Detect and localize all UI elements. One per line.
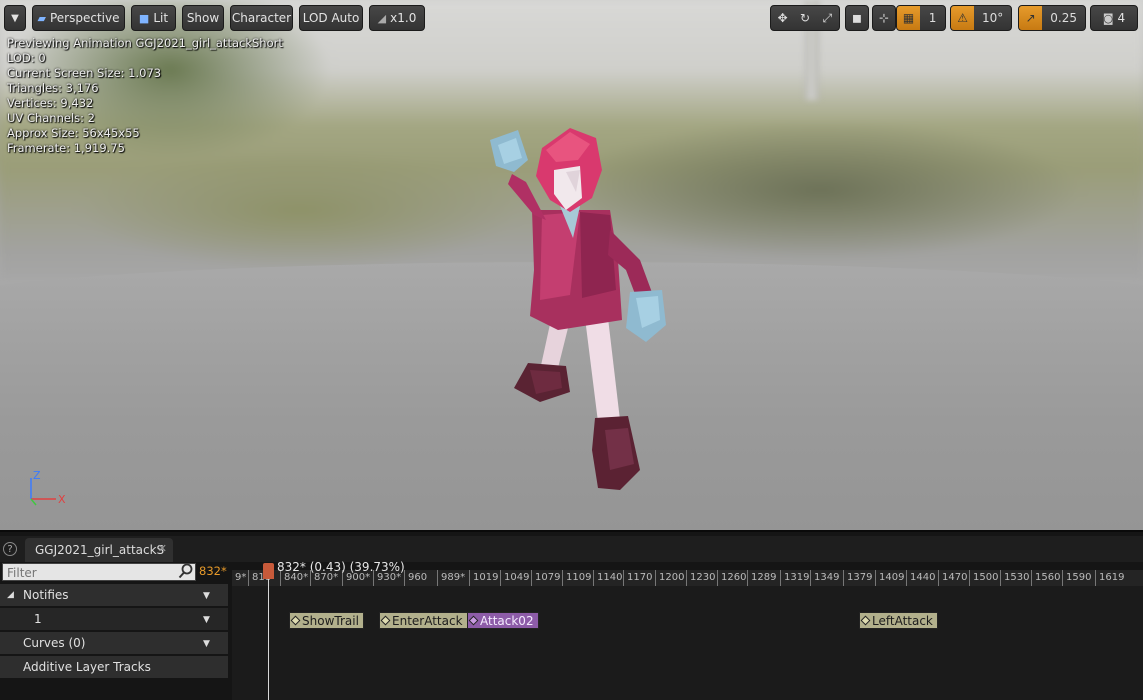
ruler-tick: 1530 [1000,570,1029,586]
triangles-text: Triangles: 3,176 [7,81,99,95]
ruler-tick: 1260 [717,570,746,586]
asset-tab[interactable]: GGJ2021_girl_attackS ✕ [25,538,173,562]
filter-input[interactable] [2,563,196,581]
diamond-icon [380,615,391,626]
ruler-tick: 1049 [500,570,529,586]
vertices-text: Vertices: 9,432 [7,96,94,110]
lod-button[interactable]: LOD Auto [299,5,363,31]
chevron-down-icon[interactable]: ▼ [203,591,210,601]
ruler-tick: 1109 [562,570,591,586]
camera-speed-button[interactable]: ◙ 4 [1090,5,1138,31]
rotate-icon[interactable]: ↻ [794,6,815,30]
ruler-tick: 1140 [593,570,622,586]
notify-attack02[interactable]: Attack02 [467,612,539,629]
cube-icon: ■ [138,11,150,25]
ruler-tick: 1560 [1031,570,1060,586]
chevron-down-icon[interactable]: ▼ [203,639,210,649]
playhead-label: 832* (0.43) (39.73%) [277,560,405,574]
grid-icon[interactable]: ▦ [897,6,921,30]
diamond-icon [290,615,301,626]
grid-size-value[interactable]: 1 [920,6,945,30]
ruler-tick: 1230 [686,570,715,586]
ruler-tick: 1590 [1062,570,1091,586]
axis-gizmo: Z X [30,469,66,506]
ruler-tick: 1200 [655,570,684,586]
playhead-scrubber[interactable] [263,563,274,579]
ruler-tick: 9* [235,572,247,583]
scale-icon[interactable]: ⤢ [816,6,839,30]
preview-animation-text: Previewing Animation GGJ2021_girl_attack… [7,36,283,50]
show-button[interactable]: Show [182,5,224,31]
track-notify-1[interactable]: 1 ▼ [0,608,228,630]
diamond-icon [468,615,479,626]
character-mesh [490,128,666,490]
translate-icon[interactable]: ✥ [771,6,794,30]
close-icon[interactable]: ✕ [158,542,167,555]
ruler-tick: 1440 [906,570,935,586]
axis-z-label: Z [33,469,41,482]
lod-text: LOD: 0 [7,51,46,65]
scale-snap-icon[interactable]: ↗ [1019,6,1043,30]
rotation-snap-group: ⚠ 10° [950,5,1012,31]
axis-x-label: X [58,493,66,506]
notify-enterattack[interactable]: EnterAttack [379,612,468,629]
chevron-down-icon: ▼ [11,12,19,24]
speed-icon: ◢ [377,11,387,25]
viewport-options-button[interactable]: ▼ [4,5,26,31]
ruler-tick: 1500 [969,570,998,586]
ruler-tick: 1379 [843,570,872,586]
diamond-icon [860,615,871,626]
character-button[interactable]: Character [230,5,293,31]
lit-button[interactable]: ■ Lit [131,5,176,31]
playback-speed-button[interactable]: ◢ x1.0 [369,5,425,31]
search-icon[interactable] [178,563,194,579]
playhead-line [268,568,269,700]
chevron-down-icon[interactable]: ▼ [203,615,210,625]
ruler-tick: 1079 [531,570,560,586]
ruler-tick: 1619 [1095,570,1124,586]
approx-size-text: Approx Size: 56x45x55 [7,126,140,140]
ruler-tick: 989* [437,570,465,586]
framerate-text: Framerate: 1,919.75 [7,141,125,155]
uv-channels-text: UV Channels: 2 [7,111,95,125]
current-frame-field[interactable]: 832* [199,564,227,578]
grid-snap-group: ▦ 1 [896,5,946,31]
world-local-toggle[interactable]: ◼ [845,5,869,31]
perspective-button[interactable]: ▰ Perspective [32,5,125,31]
notify-showtrail[interactable]: ShowTrail [289,612,364,629]
track-notifies[interactable]: ◢ Notifies ▼ [0,584,228,606]
camera-icon: ◙ [1102,11,1114,25]
screen-size-text: Current Screen Size: 1.073 [7,66,162,80]
collapse-icon[interactable]: ◢ [7,590,14,600]
ruler-tick: 1170 [623,570,652,586]
track-additive-layers[interactable]: Additive Layer Tracks [0,656,228,678]
ruler-tick: 1349 [810,570,839,586]
transform-mode-group: ✥ ↻ ⤢ [770,5,840,31]
angle-icon[interactable]: ⚠ [951,6,975,30]
asset-tab-label: GGJ2021_girl_attackS [35,543,165,557]
ruler-tick: 1409 [875,570,904,586]
track-curves[interactable]: Curves (0) ▼ [0,632,228,654]
preview-viewport[interactable]: ▼ ▰ Perspective ■ Lit Show Character LOD… [0,0,1143,530]
timeline-track-area[interactable] [232,586,1143,700]
scale-snap-group: ↗ 0.25 [1018,5,1086,31]
ruler-tick: 1019 [469,570,498,586]
ruler-tick: 1289 [747,570,776,586]
viewport-stats: Previewing Animation GGJ2021_girl_attack… [7,36,283,156]
surface-snap-button[interactable]: ⊹ [872,5,896,31]
notify-leftattack[interactable]: LeftAttack [859,612,938,629]
cube-icon: ◼ [852,11,862,25]
perspective-icon: ▰ [37,11,46,25]
help-icon[interactable]: ? [3,542,17,556]
snap-icon: ⊹ [878,11,890,25]
ruler-tick: 960 [404,570,427,586]
rotation-snap-value[interactable]: 10° [974,6,1011,30]
ruler-tick: 1470 [938,570,967,586]
ruler-tick: 1319 [780,570,809,586]
scale-snap-value[interactable]: 0.25 [1042,6,1085,30]
